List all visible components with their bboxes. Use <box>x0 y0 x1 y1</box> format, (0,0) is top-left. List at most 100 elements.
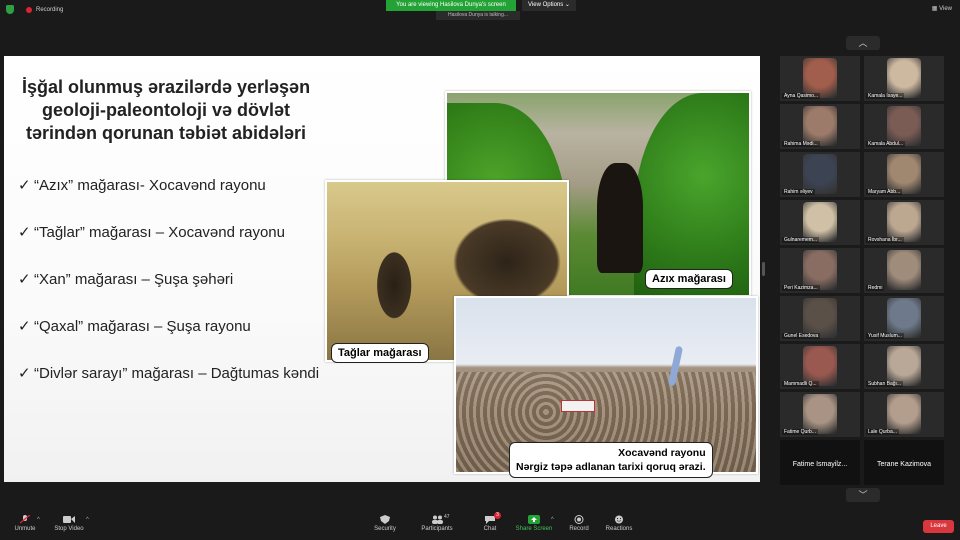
azix-caption: Azıx mağarası <box>645 269 733 289</box>
participant-video <box>803 394 837 434</box>
participant-video <box>803 106 837 146</box>
recording-indicator: Recording <box>6 5 63 14</box>
participant-video <box>803 346 837 386</box>
resize-handle[interactable] <box>762 262 765 276</box>
camera-icon <box>63 516 75 523</box>
unmute-button[interactable]: Unmute <box>0 515 50 532</box>
participant-video <box>887 298 921 338</box>
check-icon: ✓ <box>18 224 31 241</box>
unmute-label: Unmute <box>14 526 36 532</box>
participant-tile[interactable]: Rovshana İbr... <box>864 200 944 245</box>
participant-video <box>887 58 921 98</box>
xocavend-caption-line2: Nərgiz təpə adlanan tarixi qoruq ərazi. <box>516 461 706 473</box>
check-icon: ✓ <box>18 318 31 335</box>
gallery-scroll-up-button[interactable]: ︿ <box>846 36 880 50</box>
shield-icon <box>380 515 390 524</box>
chevron-up-icon: ︿ <box>858 38 868 48</box>
record-icon <box>574 515 584 524</box>
participant-tile[interactable]: Mammadli Q... <box>780 344 860 389</box>
xocavend-caption: Xocavənd rayonu Nərgiz təpə adlanan tari… <box>509 442 713 478</box>
participant-name: Fatime Qurb... <box>782 429 818 435</box>
bullet-item: ✓ “Divlər sarayı” mağarası – Dağtumas kən… <box>18 364 319 382</box>
meeting-toolbar: Unmute ^ Stop Video ^ Security 47 Partic… <box>0 510 960 540</box>
participant-name: Rovshana İbr... <box>866 237 904 243</box>
bullet-item: ✓ “Tağlar” mağarası – Xocavənd rayonu <box>18 223 285 241</box>
participant-tile[interactable]: Lale Qurba... <box>864 392 944 437</box>
participant-tile[interactable]: Maryam Abb... <box>864 152 944 197</box>
check-icon: ✓ <box>18 365 31 382</box>
participant-name: Ayna Qasimo... <box>782 93 821 99</box>
stop-video-label: Stop Video <box>54 526 84 532</box>
chat-button[interactable]: 3 Chat <box>465 512 515 532</box>
slide-title: İşğal olunmuş ərazilərdə yerləşən geoloj… <box>21 77 311 143</box>
security-button[interactable]: Security <box>360 515 410 532</box>
microphone-muted-icon <box>19 515 31 524</box>
bullet-item: ✓ “Azıx” mağarası- Xocavənd rayonu <box>18 176 266 194</box>
participant-tile[interactable]: Terane Kazimova <box>864 440 944 485</box>
reactions-button[interactable]: Reactions <box>594 515 644 532</box>
participant-tile[interactable]: Subhan Bağı... <box>864 344 944 389</box>
participant-name: Yusif Muslum... <box>866 333 904 339</box>
participant-name: Rahim əliyev <box>782 189 815 195</box>
participant-video <box>887 250 921 290</box>
check-icon: ✓ <box>18 177 31 194</box>
chevron-down-icon: ⌄ <box>564 2 570 8</box>
participant-name: Gunel Esedova <box>782 333 821 339</box>
participant-tile[interactable]: Gunel Esedova <box>780 296 860 341</box>
participant-name: Kamala Isaye... <box>866 93 905 99</box>
view-button[interactable]: ▦ View <box>932 5 952 12</box>
participant-tile[interactable]: Rahim əliyev <box>780 152 860 197</box>
participants-button[interactable]: 47 Participants <box>412 514 462 532</box>
participant-tile[interactable]: Rahima Mədi... <box>780 104 860 149</box>
participant-tile[interactable]: Yusif Muslum... <box>864 296 944 341</box>
participant-tile[interactable]: Ayna Qasimo... <box>780 56 860 101</box>
participant-video <box>887 394 921 434</box>
participant-tile[interactable]: Kamala Isaye... <box>864 56 944 101</box>
audio-options-caret[interactable]: ^ <box>37 517 40 523</box>
shared-slide: İşğal olunmuş ərazilərdə yerləşən geoloj… <box>4 56 760 482</box>
record-label: Record <box>569 526 589 532</box>
taglar-caption: Tağlar mağarası <box>331 343 429 363</box>
participant-name: Kamala Abdul... <box>866 141 906 147</box>
bullet-text: “Divlər sarayı” mağarası – Dağtumas kənd… <box>34 365 320 382</box>
participant-video <box>803 58 837 98</box>
view-label: View <box>939 6 952 12</box>
smiley-icon <box>615 515 623 524</box>
participants-label: Participants <box>421 526 453 532</box>
participant-tile[interactable]: Kamala Abdul... <box>864 104 944 149</box>
participant-name: Rahima Mədi... <box>782 141 820 147</box>
bullet-text: “Azıx” mağarası- Xocavənd rayonu <box>34 177 266 194</box>
cave-opening <box>597 163 643 273</box>
participant-name: Fatime Ismayilz... <box>792 461 848 468</box>
participant-name: Gulnaremem... <box>782 237 820 243</box>
people-icon <box>432 515 443 524</box>
record-dot-icon <box>26 6 32 13</box>
bullet-item: ✓ “Qaxal” mağarası – Şuşa rayonu <box>18 317 251 335</box>
participant-video <box>803 298 837 338</box>
shield-icon <box>6 5 14 14</box>
chat-label: Chat <box>483 526 497 532</box>
participant-name: Peri Kazimza... <box>782 285 820 291</box>
participant-tile[interactable]: Peri Kazimza... <box>780 248 860 293</box>
leave-button[interactable]: Leave <box>923 520 954 533</box>
video-options-caret[interactable]: ^ <box>86 517 89 523</box>
screen-share-banner: You are viewing Hasilova Dunya's screen <box>386 0 516 11</box>
participant-tile[interactable]: Gulnaremem... <box>780 200 860 245</box>
participant-tile[interactable]: Fatime Qurb... <box>780 392 860 437</box>
view-options-label: View Options <box>528 2 564 8</box>
chevron-down-icon: ﹀ <box>858 490 868 500</box>
top-bar: Recording You are viewing Hasilova Dunya… <box>0 0 960 22</box>
participant-tile[interactable]: Redmi <box>864 248 944 293</box>
participant-name: Lale Qurba... <box>866 429 899 435</box>
reactions-label: Reactions <box>605 526 633 532</box>
participant-video <box>803 202 837 242</box>
view-options-button[interactable]: View Options ⌄ <box>522 0 576 11</box>
participant-tile[interactable]: Fatime Ismayilz... <box>780 440 860 485</box>
chat-badge: 3 <box>494 512 501 519</box>
speaker-banner: Hasilova Dunya is talking... <box>436 11 520 20</box>
sign-board <box>561 400 595 412</box>
participant-name: Maryam Abb... <box>866 189 903 195</box>
participants-count: 47 <box>444 514 450 520</box>
participant-name: Terane Kazimova <box>876 461 932 468</box>
gallery-scroll-down-button[interactable]: ﹀ <box>846 488 880 502</box>
